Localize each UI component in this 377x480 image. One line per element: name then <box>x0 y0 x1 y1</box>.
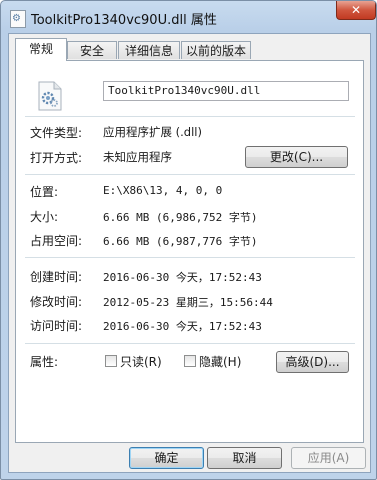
file-type-value: 应用程序扩展 (.dll) <box>103 125 202 139</box>
window-title: ToolkitPro1340vc90U.dll 属性 <box>31 13 217 28</box>
size-value: 6.66 MB (6,986,752 字节) <box>103 211 258 224</box>
file-type-label: 文件类型: <box>30 126 83 140</box>
change-button[interactable]: 更改(C)... <box>245 146 348 168</box>
title-bar[interactable]: ⚙ ToolkitPro1340vc90U.dll 属性 ✕ <box>1 1 376 33</box>
tab-general[interactable]: 常规 <box>15 38 67 61</box>
apply-button[interactable]: 应用(A) <box>291 447 366 469</box>
dll-file-icon <box>37 81 63 111</box>
location-label: 位置: <box>30 185 59 199</box>
accessed-label: 访问时间: <box>30 319 83 333</box>
tab-previous-versions[interactable]: 以前的版本 <box>181 41 251 59</box>
readonly-label[interactable]: 只读(R) <box>120 353 162 370</box>
created-label: 创建时间: <box>30 270 83 284</box>
dialog-client: 常规 安全 详细信息 以前的版本 ToolkitPro1340vc90U.dll… <box>8 33 371 473</box>
hidden-label[interactable]: 隐藏(H) <box>199 353 241 370</box>
hidden-checkbox[interactable] <box>184 355 196 367</box>
separator <box>25 257 355 258</box>
close-button[interactable]: ✕ <box>336 1 376 20</box>
tab-security[interactable]: 安全 <box>67 41 117 59</box>
size-label: 大小: <box>30 210 59 224</box>
dll-file-icon: ⚙ <box>10 10 26 28</box>
cancel-button[interactable]: 取消 <box>207 447 282 469</box>
properties-window: ⚙ ToolkitPro1340vc90U.dll 属性 ✕ 常规 安全 详细信… <box>0 0 377 480</box>
open-with-label: 打开方式: <box>30 151 83 165</box>
general-panel: ToolkitPro1340vc90U.dll 文件类型: 应用程序扩展 (.d… <box>15 60 364 443</box>
ok-button[interactable]: 确定 <box>129 447 204 469</box>
advanced-button[interactable]: 高级(D)... <box>276 351 349 373</box>
accessed-value: 2016-06-30 今天，17:52:43 <box>103 320 262 333</box>
filename-field[interactable]: ToolkitPro1340vc90U.dll <box>103 81 349 101</box>
separator <box>25 343 355 344</box>
readonly-checkbox[interactable] <box>105 355 117 367</box>
created-value: 2016-06-30 今天，17:52:43 <box>103 271 262 284</box>
modified-label: 修改时间: <box>30 295 83 309</box>
size-on-disk-value: 6.66 MB (6,987,776 字节) <box>103 235 258 248</box>
size-on-disk-label: 占用空间: <box>30 234 83 248</box>
attributes-label: 属性: <box>30 355 59 369</box>
location-value: E:\X86\13, 4, 0, 0 <box>103 184 223 197</box>
tab-details[interactable]: 详细信息 <box>118 41 180 59</box>
open-with-value: 未知应用程序 <box>103 150 172 164</box>
modified-value: 2012-05-23 星期三，15:56:44 <box>103 296 273 309</box>
separator <box>25 174 355 175</box>
separator <box>25 116 355 117</box>
